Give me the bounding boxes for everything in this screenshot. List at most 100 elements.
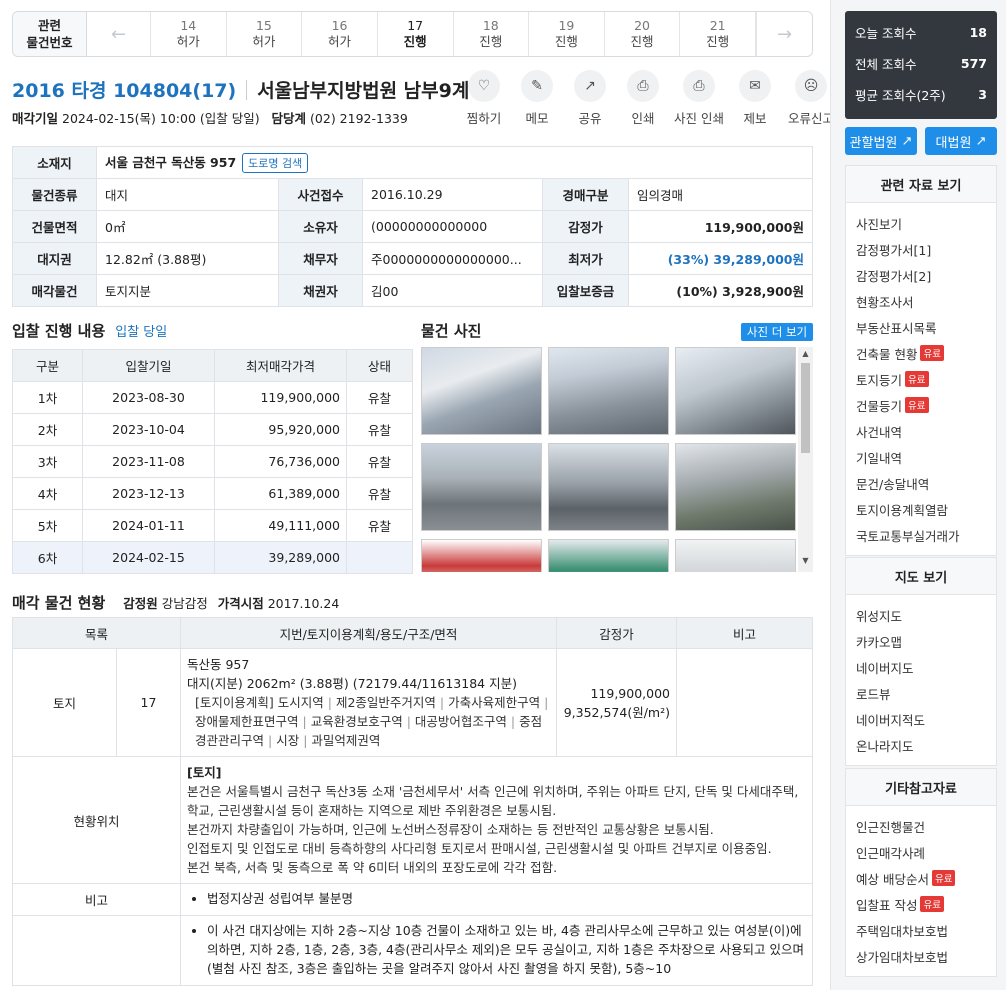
related-item-14[interactable]: 14 허가 — [151, 12, 227, 56]
etc-item[interactable]: 인근진행물건 — [856, 813, 986, 839]
scroll-thumb[interactable] — [801, 363, 810, 453]
price-point-value: 2017.10.24 — [267, 596, 340, 611]
building-area-value: 0㎡ — [96, 210, 279, 243]
share-button[interactable]: ↗ 공유 — [564, 70, 616, 127]
related-item-16[interactable]: 16 허가 — [302, 12, 378, 56]
bookmark-button[interactable]: ♡ 찜하기 — [458, 70, 510, 127]
paid-badge: 유료 — [905, 397, 929, 413]
reference-item[interactable]: 토지등기 유료 — [856, 366, 986, 392]
related-item-20[interactable]: 20 진행 — [605, 12, 681, 56]
stat-row: 오늘 조회수 18 — [855, 17, 987, 48]
stat-label: 오늘 조회수 — [855, 26, 917, 41]
photo-scrollbar[interactable]: ▲ ▼ — [798, 347, 813, 572]
status: 유찰 — [346, 477, 413, 510]
reference-item[interactable]: 현황조사서 — [856, 288, 986, 314]
error-icon: ☹ — [795, 70, 827, 102]
reference-item[interactable]: 감정평가서[1] — [856, 236, 986, 262]
photo-thumbnail[interactable] — [421, 539, 542, 572]
col-note: 비고 — [676, 617, 813, 649]
location-head: [토지] — [187, 765, 222, 780]
road-search-button[interactable]: 도로명 검색 — [242, 153, 309, 173]
reference-item-label: 현황조사서 — [856, 294, 914, 310]
bid-section-title: 입찰 진행 내용 입찰 당일 — [12, 320, 167, 341]
etc-item[interactable]: 인근매각사례 — [856, 839, 986, 865]
map-item[interactable]: 온나라지도 — [856, 732, 986, 758]
reference-item[interactable]: 감정평가서[2] — [856, 262, 986, 288]
etc-item[interactable]: 입찰표 작성 유료 — [856, 891, 986, 917]
status — [346, 541, 413, 574]
table-row: 4차 2023-12-13 61,389,000 유찰 — [12, 477, 413, 510]
action-toolbar: ♡ 찜하기 ✎ 메모 ↗ 공유 ⎙ 인쇄 ⎙ 사진 인쇄 ✉ 제보 ☹ 오류신고 — [458, 70, 841, 127]
table-row-current: 6차 2024-02-15 39,289,000 — [12, 541, 413, 574]
col-round: 구분 — [12, 349, 83, 382]
item-status: 진행 — [403, 34, 427, 49]
sale-item-value: 토지지분 — [96, 274, 279, 307]
note-detail: 법정지상권 성립여부 불분명 — [180, 883, 813, 916]
property-meta: 매각 물건 현황 감정원 강남감정 가격시점 2017.10.24 — [12, 592, 339, 613]
view-stats: 오늘 조회수 18 전체 조회수 577 평균 조회수(2주) 3 — [845, 11, 997, 119]
reference-item[interactable]: 기일내역 — [856, 444, 986, 470]
etc-item-label: 상가임대차보호법 — [856, 949, 949, 965]
map-title: 지도 보기 — [846, 558, 996, 595]
photo-thumbnail[interactable] — [548, 347, 669, 435]
photo-thumbnail[interactable] — [675, 347, 796, 435]
col-appraisal: 감정가 — [556, 617, 677, 649]
map-item[interactable]: 위성지도 — [856, 602, 986, 628]
related-item-17[interactable]: 17 진행 — [377, 12, 454, 56]
map-item[interactable]: 네이버지도 — [856, 654, 986, 680]
related-item-18[interactable]: 18 진행 — [454, 12, 530, 56]
photo-thumbnail[interactable] — [675, 443, 796, 531]
map-item[interactable]: 로드뷰 — [856, 680, 986, 706]
map-item[interactable]: 네이버지적도 — [856, 706, 986, 732]
sale-date-label: 매각기일 — [12, 111, 59, 126]
etc-item-label: 예상 배당순서 — [856, 871, 929, 887]
map-box: 지도 보기 위성지도 카카오맵 네이버지도 로드뷰 네이버지적도 온나라지도 — [845, 557, 997, 766]
external-link-icon: ↗ — [975, 133, 987, 149]
scroll-down-icon[interactable]: ▼ — [798, 556, 813, 570]
reference-item[interactable]: 사진보기 — [856, 210, 986, 236]
photo-print-button[interactable]: ⎙ 사진 인쇄 — [670, 70, 728, 127]
date: 2023-12-13 — [82, 477, 215, 510]
print-button[interactable]: ⎙ 인쇄 — [617, 70, 669, 127]
case-number: 2016 타경 104804(17) — [12, 80, 237, 102]
note-detail: 이 사건 대지상에는 지하 2층~지상 10층 건물이 소재하고 있는 바, 4… — [180, 915, 813, 986]
reference-item[interactable]: 건축물 현황 유료 — [856, 340, 986, 366]
related-item-19[interactable]: 19 진행 — [529, 12, 605, 56]
land-unit-price: 9,352,574(원/m²) — [563, 704, 670, 720]
more-photos-button[interactable]: 사진 더 보기 — [741, 323, 813, 341]
stat-value: 577 — [960, 56, 987, 71]
next-arrow-icon[interactable]: → — [756, 12, 812, 56]
photo-thumbnail[interactable] — [675, 539, 796, 572]
photo-thumbnail[interactable] — [421, 347, 542, 435]
photo-thumbnail[interactable] — [548, 539, 669, 572]
photo-thumbnail[interactable] — [548, 443, 669, 531]
land-address: 독산동 957 — [187, 657, 250, 672]
price: 49,111,000 — [214, 509, 347, 542]
memo-button[interactable]: ✎ 메모 — [511, 70, 563, 127]
supreme-button-label: 대법원 — [935, 135, 972, 151]
type-label: 물건종류 — [12, 178, 97, 211]
round: 4차 — [12, 477, 83, 510]
col-status: 상태 — [346, 349, 413, 382]
etc-item[interactable]: 주택임대차보호법 — [856, 917, 986, 943]
scroll-up-icon[interactable]: ▲ — [798, 349, 813, 363]
reference-item[interactable]: 건물등기 유료 — [856, 392, 986, 418]
etc-item[interactable]: 상가임대차보호법 — [856, 943, 986, 969]
reference-item[interactable]: 국토교통부실거래가 — [856, 522, 986, 548]
map-item[interactable]: 카카오맵 — [856, 628, 986, 654]
reference-item[interactable]: 토지이용계획열람 — [856, 496, 986, 522]
photo-thumbnail[interactable] — [421, 443, 542, 531]
etc-item[interactable]: 예상 배당순서 유료 — [856, 865, 986, 891]
related-item-21[interactable]: 21 진행 — [680, 12, 756, 56]
reference-item[interactable]: 부동산표시목록 — [856, 314, 986, 340]
etc-item-label: 입찰표 작성 — [856, 897, 918, 913]
court-button[interactable]: 관할법원 ↗ — [845, 127, 917, 155]
reference-item[interactable]: 문건/송달내역 — [856, 470, 986, 496]
supreme-court-button[interactable]: 대법원 ↗ — [925, 127, 997, 155]
reference-item-label: 국토교통부실거래가 — [856, 528, 960, 544]
related-item-15[interactable]: 15 허가 — [227, 12, 303, 56]
error-report-label: 오류신고 — [787, 111, 834, 126]
prev-arrow-icon[interactable]: ← — [87, 12, 151, 56]
reference-item[interactable]: 사건내역 — [856, 418, 986, 444]
report-button[interactable]: ✉ 제보 — [729, 70, 781, 127]
